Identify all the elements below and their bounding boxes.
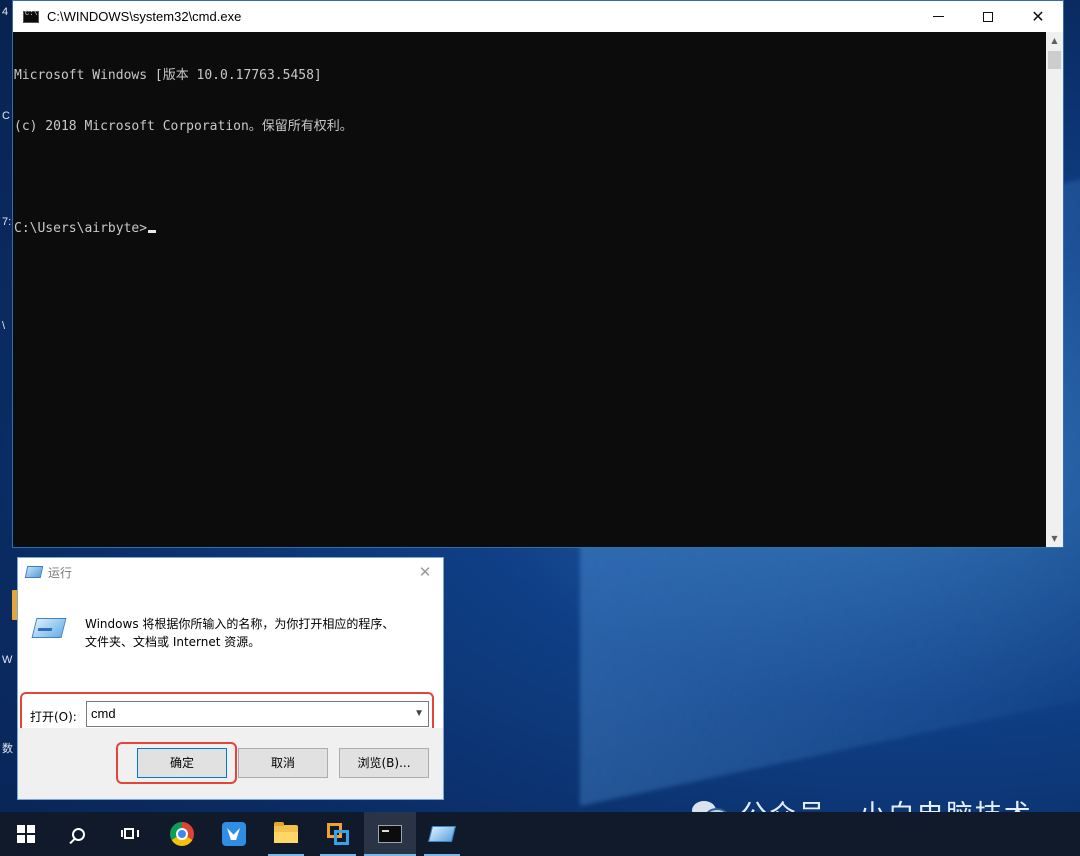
file-explorer-icon[interactable] — [260, 812, 312, 856]
open-label: 打开(O): — [30, 710, 77, 724]
run-content: Windows 将根据你所输入的名称，为你打开相应的程序、 文件夹、文档或 In… — [18, 586, 443, 741]
cmd-app-icon[interactable] — [23, 10, 39, 23]
cmd-window[interactable]: C:\WINDOWS\system32\cmd.exe ✕ Microsoft … — [12, 0, 1064, 548]
run-icon[interactable] — [416, 812, 468, 856]
console-output[interactable]: Microsoft Windows [版本 10.0.17763.5458] (… — [13, 32, 1046, 547]
desktop-fragment: 4 — [2, 6, 9, 18]
run-footer: 确定 取消 浏览(B)... — [18, 728, 443, 799]
desktop-fragment: C — [2, 110, 10, 122]
console-prompt-line: C:\Users\airbyte> — [14, 220, 1046, 237]
virtualbox-icon[interactable] — [312, 812, 364, 856]
console-prompt: C:\Users\airbyte> — [14, 221, 148, 236]
bird-app-icon[interactable] — [208, 812, 260, 856]
desktop-fragment: 数 — [2, 743, 13, 755]
taskbar — [0, 812, 1080, 856]
scrollbar-thumb[interactable] — [1048, 51, 1061, 69]
desktop-fragment: 7: — [2, 216, 12, 228]
maximize-button[interactable] — [963, 1, 1013, 32]
window-caption-buttons: ✕ — [913, 1, 1063, 32]
open-combobox[interactable]: cmd ▼ — [86, 701, 429, 727]
start-icon[interactable] — [0, 812, 52, 856]
text-cursor — [148, 230, 157, 233]
run-dialog-title: 运行 — [48, 565, 73, 580]
cmd-window-title: C:\WINDOWS\system32\cmd.exe — [47, 9, 242, 24]
run-description: Windows 将根据你所输入的名称，为你打开相应的程序、 文件夹、文档或 In… — [85, 617, 395, 649]
run-large-icon — [31, 618, 67, 644]
chrome-icon[interactable] — [156, 812, 208, 856]
browse-button[interactable]: 浏览(B)... — [339, 748, 429, 778]
cmd-icon[interactable] — [364, 812, 416, 856]
run-titlebar[interactable]: 运行 ✕ — [18, 558, 443, 586]
scroll-down-icon[interactable]: ▼ — [1046, 530, 1063, 547]
close-button[interactable]: ✕ — [1013, 1, 1063, 32]
search-icon[interactable] — [52, 812, 104, 856]
scroll-up-icon[interactable]: ▲ — [1046, 32, 1063, 49]
cancel-button[interactable]: 取消 — [238, 748, 328, 778]
task-view-icon[interactable] — [104, 812, 156, 856]
desktop-fragment: W — [2, 654, 13, 666]
vertical-scrollbar[interactable]: ▲ ▼ — [1046, 32, 1063, 547]
console-line: Microsoft Windows [版本 10.0.17763.5458] — [14, 68, 322, 83]
run-app-icon — [24, 566, 44, 578]
run-dialog[interactable]: 运行 ✕ Windows 将根据你所输入的名称，为你打开相应的程序、 文件夹、文… — [17, 557, 444, 800]
chevron-down-icon[interactable]: ▼ — [414, 702, 424, 726]
minimize-button[interactable] — [913, 1, 963, 32]
console-line: (c) 2018 Microsoft Corporation。保留所有权利。 — [14, 119, 353, 134]
desktop-fragment: \ — [2, 320, 6, 332]
open-input-value[interactable]: cmd — [91, 706, 116, 721]
ok-button[interactable]: 确定 — [137, 748, 227, 778]
run-close-button[interactable]: ✕ — [415, 562, 435, 582]
cmd-titlebar[interactable]: C:\WINDOWS\system32\cmd.exe ✕ — [13, 1, 1063, 32]
